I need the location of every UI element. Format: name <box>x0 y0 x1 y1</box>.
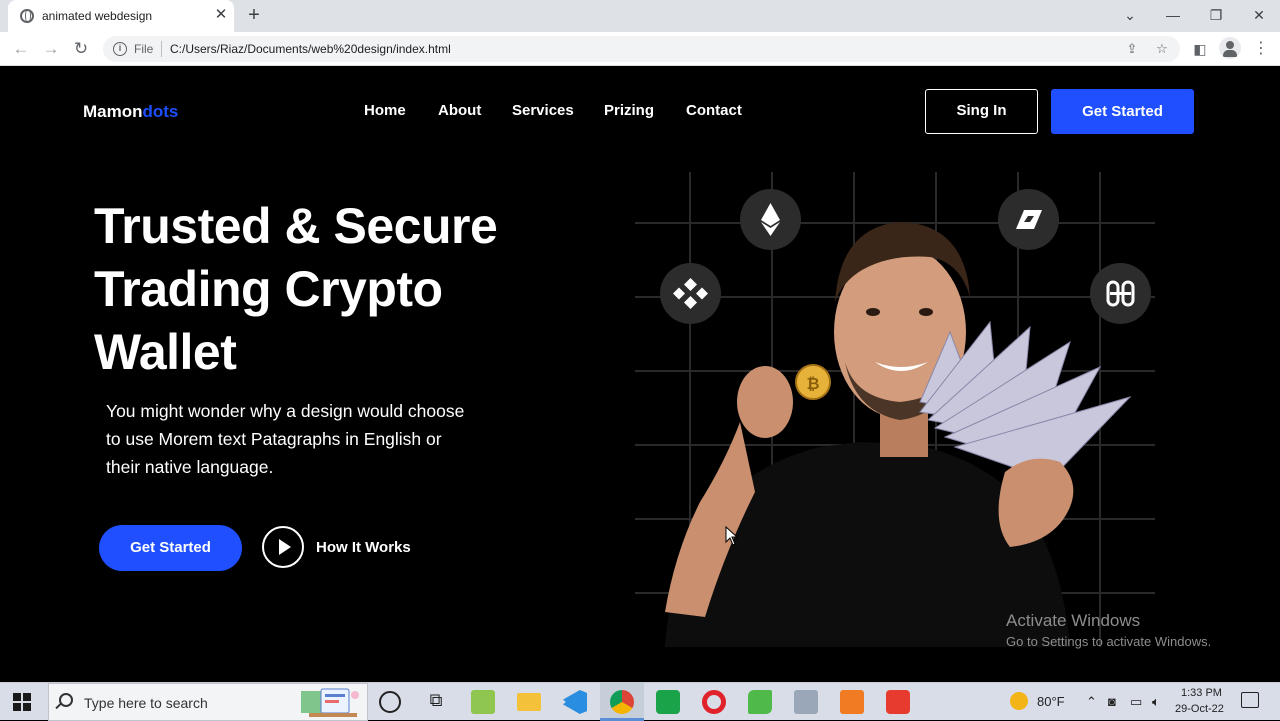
hero-title-line: Trading Crypto <box>94 261 443 317</box>
activation-watermark-subtitle: Go to Settings to activate Windows. <box>1006 634 1212 649</box>
sidepanel-icon[interactable]: ◧ <box>1189 38 1211 60</box>
tab-title: animated webdesign <box>42 9 153 23</box>
star-icon[interactable]: ☆ <box>1153 40 1171 58</box>
webpage: Mamondots Home About Services Prizing Co… <box>0 67 1280 682</box>
activation-watermark-title: Activate Windows <box>1006 611 1141 630</box>
header-get-started-button[interactable]: Get Started <box>1051 89 1194 134</box>
hero-illustration: ₿ <box>635 172 1155 647</box>
weather-icon[interactable] <box>1010 692 1028 710</box>
nav-services[interactable]: Services <box>512 102 574 119</box>
evernote-icon[interactable] <box>748 690 772 714</box>
logo-accent: dots <box>142 102 179 121</box>
hero-description-line: You might wonder why a design would choo… <box>106 401 465 421</box>
xampp-icon[interactable] <box>840 690 864 714</box>
url-text[interactable]: C:/Users/Riaz/Documents/web%20design/ind… <box>170 42 451 56</box>
forward-icon[interactable]: → <box>40 38 62 60</box>
hero-title-line: Wallet <box>94 324 237 380</box>
browser-tab[interactable]: animated webdesign ✕ <box>8 0 234 32</box>
globe-icon <box>20 9 34 23</box>
camtasia-icon[interactable] <box>656 690 680 714</box>
info-icon[interactable]: i <box>113 42 127 56</box>
volume-icon[interactable]: 🔈︎ <box>1152 694 1160 710</box>
restore-icon[interactable]: ❐ <box>1201 4 1231 26</box>
nav-about[interactable]: About <box>438 102 481 119</box>
vscode-icon[interactable] <box>563 690 587 714</box>
ethereum-icon <box>740 189 801 250</box>
url-scheme: File <box>134 42 154 56</box>
camtasia-recorder-icon[interactable] <box>886 690 910 714</box>
hero-title: Trusted & Secure Trading Crypto Wallet <box>94 195 534 384</box>
tray-expand-icon[interactable]: ⌃ <box>1086 694 1097 710</box>
task-view-icon[interactable]: ⧉ <box>424 690 448 714</box>
back-icon[interactable]: ← <box>10 38 32 60</box>
browser-tab-bar: animated webdesign ✕ + ⌄ — ❐ ✕ <box>0 0 1280 32</box>
notepadpp-icon[interactable] <box>471 690 495 714</box>
minimize-icon[interactable]: — <box>1158 4 1188 26</box>
menu-icon[interactable]: ⋮ <box>1250 38 1272 60</box>
hero-title-line: Trusted & Secure <box>94 198 498 254</box>
logo-main: Mamon <box>83 102 143 121</box>
file-explorer-icon[interactable] <box>517 693 541 711</box>
play-icon[interactable] <box>262 526 304 568</box>
gala-icon <box>998 189 1059 250</box>
new-tab-button[interactable]: + <box>243 4 265 26</box>
search-highlight-image <box>301 688 359 717</box>
tab-close-icon[interactable]: ✕ <box>212 6 230 24</box>
browser-toolbar: ← → ↻ i File C:/Users/Riaz/Documents/web… <box>0 32 1280 66</box>
mouse-cursor <box>725 526 737 546</box>
search-icon <box>59 693 73 707</box>
profile-icon[interactable] <box>1219 37 1241 59</box>
harmony-icon <box>1090 263 1151 324</box>
nav-contact[interactable]: Contact <box>686 102 742 119</box>
share-icon[interactable]: ⇪ <box>1123 40 1141 58</box>
address-bar[interactable]: i File C:/Users/Riaz/Documents/web%20des… <box>103 36 1180 62</box>
cortana-icon[interactable] <box>379 691 401 713</box>
hero-get-started-button[interactable]: Get Started <box>99 525 242 571</box>
nav-home[interactable]: Home <box>364 102 406 119</box>
windows-taskbar: Type here to search ⧉ 80°F ⌃ ◙ ▭ 🔈︎ 1:33… <box>0 682 1280 721</box>
windows-start-icon[interactable] <box>13 693 31 711</box>
network-icon[interactable]: ▭ <box>1130 694 1142 710</box>
temperature[interactable]: 80°F <box>1037 694 1065 709</box>
svg-text:₿: ₿ <box>806 374 819 393</box>
how-it-works-link[interactable]: How It Works <box>316 539 411 556</box>
hero-description: You might wonder why a design would choo… <box>106 397 506 481</box>
tray-app-icon[interactable]: ◙ <box>1108 694 1116 709</box>
clock-date[interactable]: 29-Oct-22 <box>1175 703 1224 715</box>
taskbar-search[interactable]: Type here to search <box>48 683 368 721</box>
close-window-icon[interactable]: ✕ <box>1244 4 1274 26</box>
site-logo[interactable]: Mamondots <box>83 102 178 122</box>
notification-icon[interactable] <box>1241 692 1259 708</box>
opera-icon[interactable] <box>702 690 726 714</box>
chrome-icon[interactable] <box>610 690 634 714</box>
nav-prizing[interactable]: Prizing <box>604 102 654 119</box>
network-monitor-icon[interactable] <box>794 690 818 714</box>
hero-description-line: their native language. <box>106 457 274 477</box>
sign-in-button[interactable]: Sing In <box>925 89 1038 134</box>
clock-time[interactable]: 1:33 PM <box>1181 687 1222 699</box>
search-placeholder: Type here to search <box>84 695 208 711</box>
tab-search-icon[interactable]: ⌄ <box>1115 4 1145 26</box>
chrome-taskbar-active[interactable] <box>600 683 644 721</box>
url-divider <box>161 41 162 57</box>
reload-icon[interactable]: ↻ <box>70 38 92 60</box>
hero-description-line: to use Morem text Patagraphs in English … <box>106 429 442 449</box>
right-hand <box>998 458 1074 547</box>
binance-icon <box>660 263 721 324</box>
